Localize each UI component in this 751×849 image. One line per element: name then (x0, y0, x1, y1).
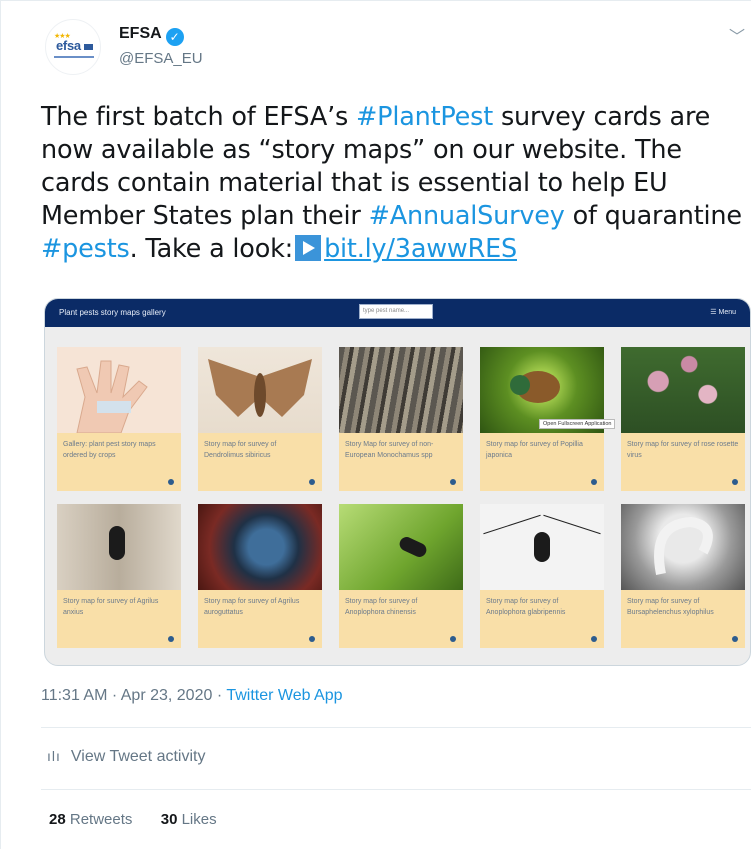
divider (41, 727, 751, 728)
logo-underline (54, 56, 94, 58)
activity-label: View Tweet activity (70, 748, 206, 765)
story-card: Story map for survey of Bursaphelenchus … (621, 504, 745, 648)
story-card: Story Map for survey of non-European Mon… (339, 347, 463, 491)
gallery-title: Plant pests story maps gallery (59, 308, 166, 317)
info-icon (591, 636, 597, 642)
nematode-illustration (654, 516, 713, 575)
jewel-beetle-image (198, 504, 322, 590)
tweet-timestamp: 11:31 AM · Apr 23, 2020 · Twitter Web Ap… (41, 687, 343, 705)
play-emoji-icon (295, 235, 322, 261)
card-caption: Story map for survey of rose rosette vir… (627, 441, 739, 459)
card-caption: Story map for survey of Popillia japonic… (486, 441, 583, 459)
likes-label: Likes (181, 811, 217, 828)
story-card: Story map for survey of Agrilus anxius (57, 504, 181, 648)
beetle-silhouette (534, 532, 550, 562)
antenna-right (543, 514, 601, 535)
tweet-container: ★★★ efsa EFSA ✓ @EFSA_EU ﹀ The first batc… (0, 0, 751, 849)
analytics-bars-icon: ılı (47, 748, 61, 764)
story-card: Story map for survey of Anoplophora glab… (480, 504, 604, 648)
user-handle[interactable]: @EFSA_EU (119, 50, 203, 67)
leaf-beetle-image (339, 504, 463, 590)
tweet-text: The first batch of EFSA’s #PlantPest sur… (41, 101, 751, 266)
avatar[interactable]: ★★★ efsa (45, 19, 101, 75)
antenna-left (483, 514, 541, 535)
info-icon (309, 479, 315, 485)
moth-image (198, 347, 322, 433)
retweets-stat[interactable]: 28 Retweets (49, 811, 132, 828)
card-caption: Story map for survey of Anoplophora chin… (345, 598, 418, 616)
likes-stat[interactable]: 30 Likes (161, 811, 217, 828)
beetle-silhouette (109, 526, 125, 560)
nematode-image (621, 504, 745, 590)
story-card: Gallery: plant pest story maps ordered b… (57, 347, 181, 491)
card-caption: Story map for survey of Anoplophora glab… (486, 598, 566, 616)
avatar-logo-text: efsa (56, 38, 81, 53)
card-caption: Story map for survey of Dendrolimus sibi… (204, 441, 277, 459)
card-caption: Story Map for survey of non-European Mon… (345, 441, 434, 459)
moth-illustration (208, 359, 312, 417)
gallery-search-input: type pest name... (359, 304, 433, 319)
card-caption: Story map for survey of Agrilus anxius (63, 598, 159, 616)
story-map-grid: Gallery: plant pest story maps ordered b… (57, 347, 745, 653)
card-caption: Gallery: plant pest story maps ordered b… (63, 441, 156, 459)
info-icon (732, 479, 738, 485)
gallery-menu-button: ☰ Menu (710, 309, 736, 316)
chevron-down-icon[interactable]: ﹀ (729, 23, 745, 47)
card-caption: Story map for survey of Bursaphelenchus … (627, 598, 714, 616)
info-icon (309, 636, 315, 642)
story-card: Story map for survey of Dendrolimus sibi… (198, 347, 322, 491)
info-icon (450, 636, 456, 642)
info-icon (591, 479, 597, 485)
tweet-text-segment: . Take a look: (129, 234, 294, 264)
story-card: Story map for survey of Anoplophora chin… (339, 504, 463, 648)
beetle-silhouette (397, 534, 429, 560)
info-icon (168, 636, 174, 642)
display-name[interactable]: EFSA (119, 25, 162, 42)
media-screenshot[interactable]: Plant pests story maps gallery type pest… (44, 298, 751, 666)
bark-image (339, 347, 463, 433)
hand-illustration (76, 360, 148, 433)
info-icon (732, 636, 738, 642)
card-caption: Story map for survey of Agrilus aurogutt… (204, 598, 300, 616)
tweet-text-segment: of quarantine (564, 201, 742, 231)
gallery-app-bar: Plant pests story maps gallery type pest… (45, 299, 750, 327)
author-block[interactable]: EFSA ✓ @EFSA_EU (119, 25, 203, 67)
tweet-link[interactable]: bit.ly/3awwRES (324, 234, 517, 264)
tweet-header: ★★★ efsa EFSA ✓ @EFSA_EU ﹀ (39, 15, 745, 75)
tweet-stats: 28 Retweets 30 Likes (49, 811, 217, 828)
tweet-text-segment: The first batch of EFSA’s (41, 102, 356, 132)
hashtag-pests[interactable]: #pests (41, 234, 130, 264)
tweet-activity-link[interactable]: ılı View Tweet activity (47, 748, 205, 766)
retweets-count: 28 (49, 811, 66, 828)
hand-image (57, 347, 181, 433)
borer-image (57, 504, 181, 590)
info-icon (168, 479, 174, 485)
story-card: Story map for survey of Agrilus aurogutt… (198, 504, 322, 648)
hashtag-annualsurvey[interactable]: #AnnualSurvey (369, 201, 565, 231)
source-app-link[interactable]: Twitter Web App (226, 687, 342, 704)
tooltip: Open Fullscreen Application (539, 419, 616, 429)
logo-mark-icon (84, 44, 93, 50)
info-icon (450, 479, 456, 485)
timestamp-text[interactable]: 11:31 AM · Apr 23, 2020 · (41, 687, 226, 704)
divider (41, 789, 751, 790)
longhorn-beetle-image (480, 504, 604, 590)
hashtag-plantpest[interactable]: #PlantPest (356, 102, 493, 132)
story-card: Story map for survey of rose rosette vir… (621, 347, 745, 491)
rose-image (621, 347, 745, 433)
verified-badge-icon: ✓ (165, 28, 184, 46)
retweets-label: Retweets (69, 811, 133, 828)
likes-count: 30 (160, 811, 178, 828)
